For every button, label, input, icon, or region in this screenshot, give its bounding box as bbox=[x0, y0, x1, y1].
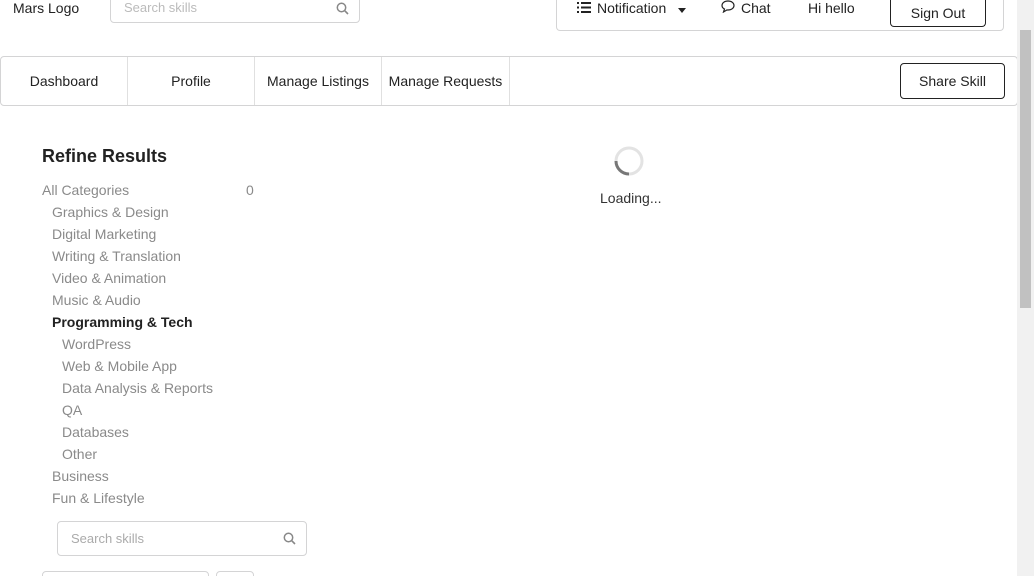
nav-dashboard[interactable]: Dashboard bbox=[1, 57, 128, 105]
notification-label: Notification bbox=[597, 0, 667, 16]
scrollbar[interactable] bbox=[1017, 0, 1034, 576]
category-item[interactable]: Digital Marketing bbox=[52, 226, 156, 242]
main-nav: Dashboard Profile Manage Listings Manage… bbox=[0, 56, 1018, 106]
subcategory-item[interactable]: Web & Mobile App bbox=[62, 358, 177, 374]
refine-results-title: Refine Results bbox=[42, 146, 168, 166]
filter-select[interactable] bbox=[42, 571, 209, 576]
category-item[interactable]: Fun & Lifestyle bbox=[52, 490, 145, 506]
sign-out-button[interactable]: Sign Out bbox=[890, 0, 986, 27]
category-item[interactable]: Graphics & Design bbox=[52, 204, 169, 220]
loading-text: Loading... bbox=[600, 190, 662, 206]
scrollbar-thumb[interactable] bbox=[1020, 30, 1031, 308]
top-menu: Notification Chat Hi hello Sign Out bbox=[556, 0, 1004, 31]
chat-label: Chat bbox=[741, 0, 771, 16]
caret-down-icon bbox=[678, 0, 687, 16]
user-greeting[interactable]: Hi hello bbox=[808, 0, 855, 16]
list-icon bbox=[577, 0, 591, 16]
category-item[interactable]: Writing & Translation bbox=[52, 248, 181, 264]
logo[interactable]: Mars Logo bbox=[13, 0, 79, 16]
header-search bbox=[110, 0, 360, 23]
filter-button[interactable] bbox=[216, 571, 254, 576]
sidebar-search-input[interactable] bbox=[58, 522, 268, 555]
subcategory-item[interactable]: Databases bbox=[62, 424, 129, 440]
chat-icon bbox=[721, 0, 735, 16]
subcategory-item[interactable]: Data Analysis & Reports bbox=[62, 380, 213, 396]
category-item-selected[interactable]: Programming & Tech bbox=[52, 314, 193, 330]
category-item[interactable]: Business bbox=[52, 468, 109, 484]
subcategory-item[interactable]: QA bbox=[62, 402, 82, 418]
share-skill-button[interactable]: Share Skill bbox=[900, 63, 1005, 99]
search-icon[interactable] bbox=[283, 532, 296, 550]
category-item[interactable]: Music & Audio bbox=[52, 292, 141, 308]
nav-profile[interactable]: Profile bbox=[128, 57, 255, 105]
loading-spinner-icon bbox=[613, 145, 645, 177]
subcategory-item[interactable]: WordPress bbox=[62, 336, 131, 352]
header-search-input[interactable] bbox=[111, 0, 321, 22]
sidebar-search bbox=[57, 521, 307, 556]
subcategory-item[interactable]: Other bbox=[62, 446, 97, 462]
chat-link[interactable]: Chat bbox=[721, 0, 771, 16]
category-all[interactable]: All Categories bbox=[42, 182, 129, 198]
nav-manage-listings[interactable]: Manage Listings bbox=[255, 57, 382, 105]
nav-manage-requests[interactable]: Manage Requests bbox=[382, 57, 510, 105]
notification-dropdown[interactable]: Notification bbox=[577, 0, 687, 16]
category-item[interactable]: Video & Animation bbox=[52, 270, 166, 286]
search-icon[interactable] bbox=[336, 2, 349, 20]
category-count: 0 bbox=[246, 182, 254, 198]
